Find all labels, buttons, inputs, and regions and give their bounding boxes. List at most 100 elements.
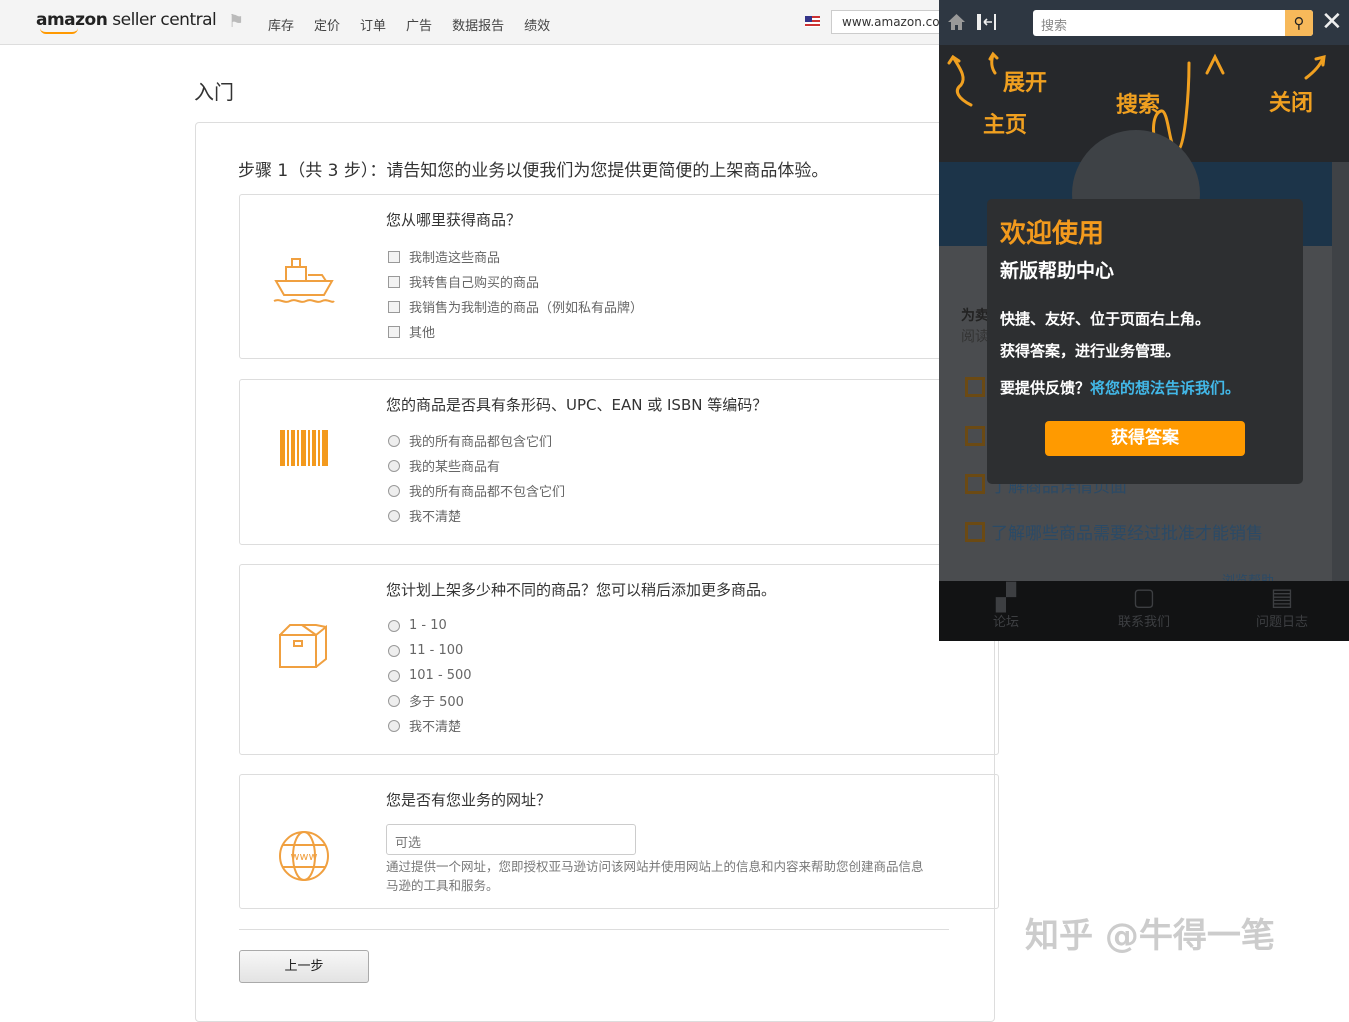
help-line: 马逊的工具和服务。 — [386, 878, 499, 893]
radio[interactable] — [388, 509, 400, 522]
scrollbar[interactable] — [1332, 162, 1349, 581]
help-link[interactable]: 了解哪些商品需要经过批准才能销售 — [991, 519, 1263, 544]
question-text: 您是否有您业务的网址？ — [386, 791, 552, 809]
annotation-close: 关闭 — [1269, 91, 1314, 116]
nav-reports[interactable]: 数据报告 — [452, 15, 504, 34]
radio[interactable] — [388, 694, 400, 707]
document-icon: ▤ — [1270, 583, 1294, 611]
checkbox-icon — [965, 377, 985, 397]
close-icon[interactable]: ✕ — [1321, 7, 1343, 37]
forum-tab[interactable]: ▞ 论坛 — [956, 583, 1056, 630]
home-icon[interactable] — [947, 13, 966, 31]
bg-sub: 阅读 — [961, 329, 989, 345]
option[interactable]: 1 - 10 — [388, 613, 472, 638]
option-label: 我的所有商品都不包含它们 — [409, 485, 566, 500]
option-label: 101 - 500 — [409, 668, 472, 683]
nav-inventory[interactable]: 库存 — [268, 15, 294, 34]
checkbox[interactable] — [388, 300, 400, 313]
radio[interactable] — [388, 619, 400, 632]
option-label: 我不清楚 — [409, 510, 462, 525]
logo-brand: amazon — [36, 10, 108, 30]
svg-text:www: www — [291, 850, 318, 863]
feedback-text: 要提供反馈？ — [1000, 379, 1091, 397]
checkbox[interactable] — [388, 275, 400, 288]
divider — [239, 929, 949, 930]
option[interactable]: 我转售自己购买的商品 — [388, 269, 643, 294]
option-label: 多于 500 — [409, 695, 464, 710]
back-button[interactable]: 上一步 — [239, 950, 369, 983]
checkbox-icon — [965, 426, 985, 446]
options: 我制造这些商品 我转售自己购买的商品 我销售为我制造的商品（例如私有品牌） 其他 — [388, 244, 643, 344]
radio[interactable] — [388, 644, 400, 657]
option[interactable]: 我不清楚 — [388, 503, 565, 528]
nav-advertising[interactable]: 广告 — [406, 15, 432, 34]
question-text: 您计划上架多少种不同的商品？您可以稍后添加更多商品。 — [386, 581, 777, 599]
box-icon — [279, 624, 327, 668]
option[interactable]: 11 - 100 — [388, 638, 472, 663]
option-label: 我的所有商品都包含它们 — [409, 435, 553, 450]
option-label: 其他 — [409, 326, 436, 341]
annotation-expand: 展开 — [1003, 71, 1048, 96]
feedback-link[interactable]: 将您的想法告诉我们。 — [1090, 379, 1240, 397]
feedback-line: 要提供反馈？将您的想法告诉我们。 — [1000, 377, 1240, 398]
checkbox[interactable] — [388, 250, 400, 263]
tab-label: 联系我们 — [1117, 615, 1170, 630]
option-label: 1 - 10 — [409, 618, 447, 633]
option-label: 我销售为我制造的商品（例如私有品牌） — [409, 301, 644, 316]
globe-www-icon: www — [279, 831, 329, 881]
nav-performance[interactable]: 绩效 — [524, 15, 550, 34]
option[interactable]: 我不清楚 — [388, 713, 472, 738]
radio[interactable] — [388, 434, 400, 447]
bg-heading: 为卖 — [961, 308, 989, 324]
main-nav: 库存 定价 订单 广告 数据报告 绩效 — [268, 15, 550, 34]
case-log-tab[interactable]: ▤ 问题日志 — [1232, 583, 1332, 630]
us-flag-icon — [805, 16, 820, 27]
option[interactable]: 我制造这些商品 — [388, 244, 643, 269]
option-label: 我不清楚 — [409, 720, 462, 735]
option[interactable]: 我销售为我制造的商品（例如私有品牌） — [388, 294, 643, 319]
radio[interactable] — [388, 669, 400, 682]
website-input[interactable]: 可选 — [386, 824, 636, 855]
watermark: 知乎 @牛得一笔 — [1025, 916, 1275, 956]
option[interactable]: 其他 — [388, 319, 643, 344]
nav-orders[interactable]: 订单 — [360, 15, 386, 34]
tab-label: 论坛 — [992, 615, 1019, 630]
radio[interactable] — [388, 484, 400, 497]
search-placeholder: 搜索 — [1041, 19, 1068, 34]
dialog-line: 快捷、友好、位于页面右上角。 — [1000, 310, 1211, 328]
checkbox-icon — [965, 522, 985, 542]
option[interactable]: 我的某些商品有 — [388, 453, 565, 478]
annotation-home: 主页 — [983, 113, 1028, 138]
contact-icon: ▢ — [1132, 583, 1156, 611]
radio[interactable] — [388, 459, 400, 472]
step-heading: 步骤 1（共 3 步）：请告知您的业务以便我们为您提供更简便的上架商品体验。 — [238, 161, 829, 181]
option-label: 11 - 100 — [409, 643, 464, 658]
nav-pricing[interactable]: 定价 — [314, 15, 340, 34]
flag-icon[interactable]: ⚑ — [228, 11, 244, 32]
forum-icon: ▞ — [996, 583, 1016, 613]
option[interactable]: 多于 500 — [388, 688, 472, 713]
amazon-seller-central-logo[interactable]: amazon seller central — [36, 10, 217, 30]
help-line: 通过提供一个网址，您即授权亚马逊访问该网站并使用网站上的信息和内容来帮助您创建商… — [386, 859, 924, 874]
option[interactable]: 101 - 500 — [388, 663, 472, 688]
help-panel: 搜索 ⚲ ✕ 主页 展开 搜索 关闭 为卖 阅读 了解商品详情页面 了解哪些商品需… — [939, 0, 1349, 641]
quantity-question-card: 您计划上架多少种不同的商品？您可以稍后添加更多商品。 1 - 10 11 - 1… — [239, 564, 999, 755]
expand-icon[interactable] — [977, 13, 997, 31]
annotation-search: 搜索 — [1116, 93, 1161, 118]
checkbox-icon — [965, 474, 985, 494]
source-question-card: 您从哪里获得商品？ 我制造这些商品 我转售自己购买的商品 我销售为我制造的商品（… — [239, 194, 999, 359]
dialog-line: 获得答案，进行业务管理。 — [1000, 342, 1181, 360]
options: 1 - 10 11 - 100 101 - 500 多于 500 我不清楚 — [388, 613, 472, 738]
checkbox[interactable] — [388, 325, 400, 338]
contact-us-tab[interactable]: ▢ 联系我们 — [1094, 583, 1194, 630]
website-help-text: 通过提供一个网址，您即授权亚马逊访问该网站并使用网站上的信息和内容来帮助您创建商… — [386, 857, 1006, 895]
option[interactable]: 我的所有商品都不包含它们 — [388, 478, 565, 503]
help-search-input[interactable]: 搜索 ⚲ — [1033, 10, 1313, 36]
option[interactable]: 我的所有商品都包含它们 — [388, 428, 565, 453]
get-answers-button[interactable]: 获得答案 — [1045, 421, 1245, 456]
radio[interactable] — [388, 719, 400, 732]
amazon-smile-icon — [40, 28, 78, 34]
search-icon[interactable]: ⚲ — [1285, 10, 1313, 36]
marketplace-selector[interactable]: www.amazon.com — [831, 10, 951, 34]
page-title: 入门 — [194, 80, 234, 104]
